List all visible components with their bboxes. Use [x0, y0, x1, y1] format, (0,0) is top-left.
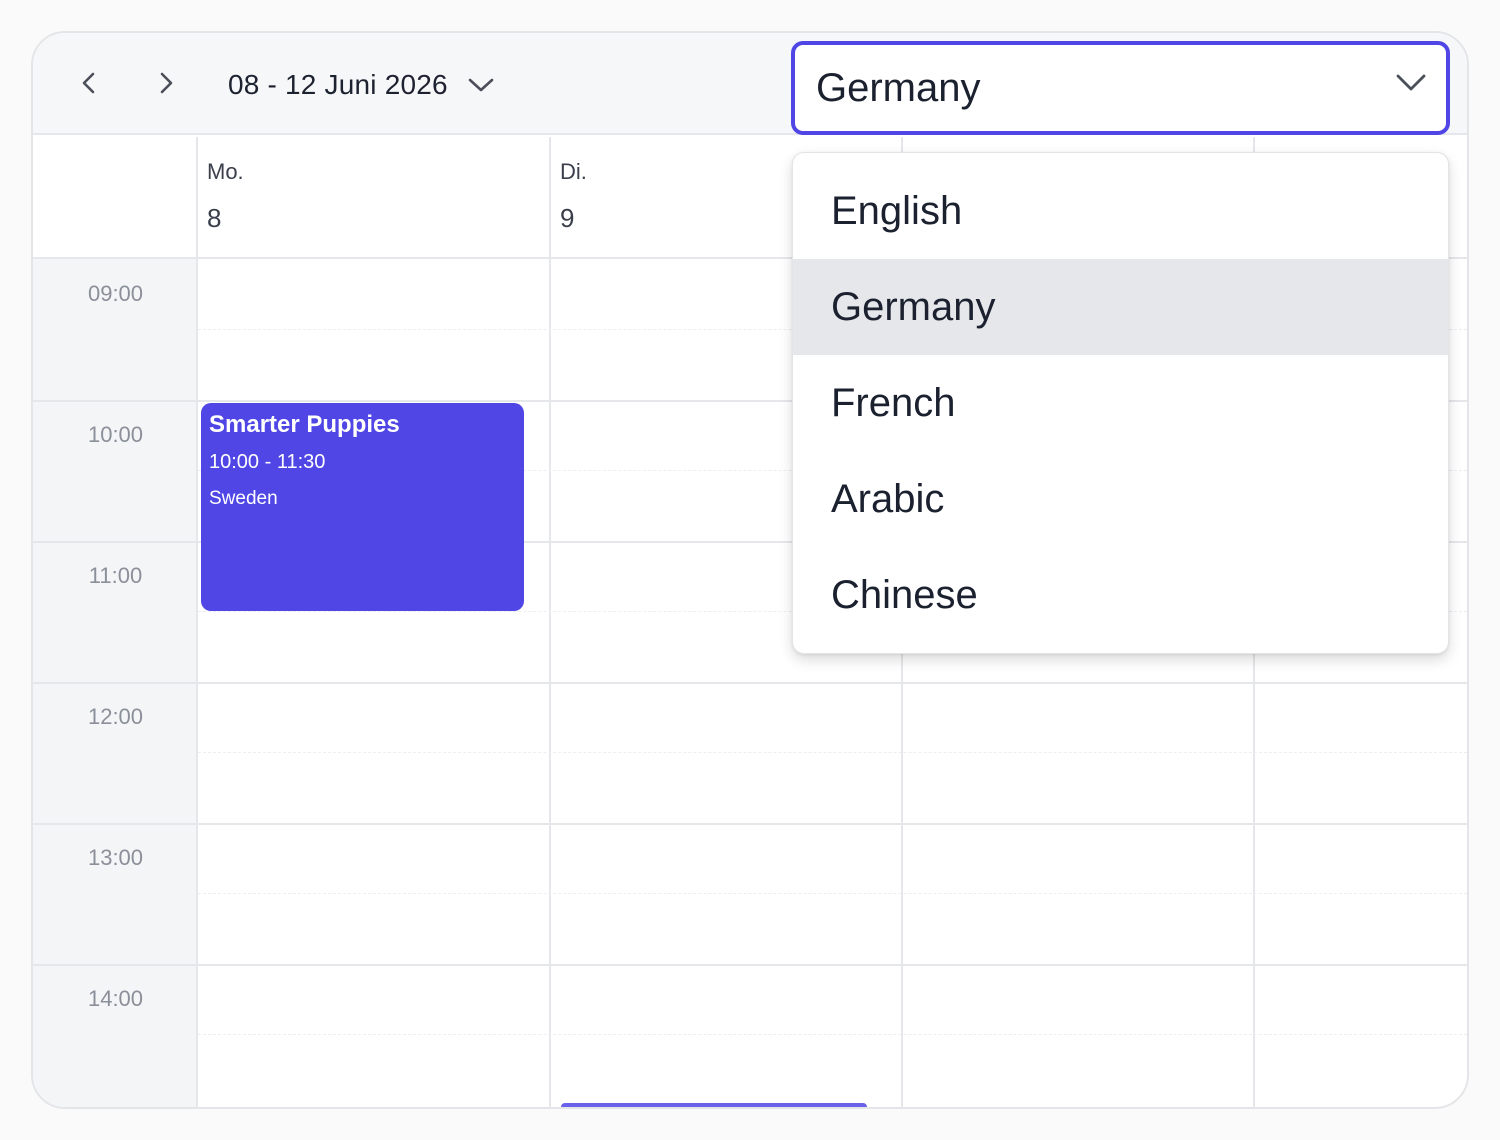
- chevron-down-icon: [468, 77, 494, 93]
- calendar-toolbar: 08 - 12 Juni 2026 Germany: [33, 33, 1467, 135]
- day-name: Mo.: [207, 159, 244, 184]
- day-number: 8: [207, 203, 222, 233]
- option-english[interactable]: English: [793, 163, 1448, 259]
- date-range-label: 08 - 12 Juni 2026: [228, 69, 448, 100]
- half-hour-line: [198, 893, 1467, 894]
- day-name: Di.: [560, 159, 587, 184]
- option-french[interactable]: French: [793, 355, 1448, 451]
- language-select-value: Germany: [816, 65, 981, 110]
- time-label: 13:00: [87, 845, 144, 870]
- event-title: Smarter Puppies: [209, 411, 400, 438]
- calendar-event-partial[interactable]: [561, 1103, 867, 1107]
- grid-corner: [33, 137, 198, 259]
- day-column-mon[interactable]: [198, 259, 551, 1107]
- chevron-left-icon: [82, 72, 95, 94]
- hour-line: [33, 823, 1467, 825]
- language-dropdown-menu: English Germany French Arabic Chinese: [792, 152, 1449, 654]
- time-column: [33, 259, 198, 1107]
- event-time: 10:00 - 11:30: [209, 451, 326, 473]
- prev-week-button[interactable]: [69, 63, 109, 103]
- time-label: 14:00: [87, 986, 144, 1011]
- time-label: 11:00: [88, 563, 143, 588]
- chevron-down-icon: [1396, 73, 1426, 93]
- calendar-frame: 08 - 12 Juni 2026 Germany Mo. 8 Di. 9 09…: [31, 31, 1469, 1109]
- event-location: Sweden: [209, 488, 278, 509]
- next-week-button[interactable]: [146, 63, 186, 103]
- time-label: 10:00: [87, 422, 144, 447]
- time-label: 09:00: [87, 281, 144, 306]
- hour-line: [33, 682, 1467, 684]
- half-hour-line: [198, 1034, 1467, 1035]
- time-label: 12:00: [87, 704, 144, 729]
- hour-line: [33, 964, 1467, 966]
- language-select[interactable]: Germany: [791, 41, 1450, 135]
- day-number: 9: [560, 203, 575, 233]
- chevron-right-icon: [160, 72, 173, 94]
- option-arabic[interactable]: Arabic: [793, 451, 1448, 547]
- option-chinese[interactable]: Chinese: [793, 547, 1448, 643]
- half-hour-line: [198, 752, 1467, 753]
- calendar-event[interactable]: Smarter Puppies 10:00 - 11:30 Sweden: [201, 403, 524, 611]
- date-range-picker[interactable]: 08 - 12 Juni 2026: [228, 63, 494, 107]
- option-germany[interactable]: Germany: [793, 259, 1448, 355]
- day-header-mon: Mo. 8: [198, 137, 551, 259]
